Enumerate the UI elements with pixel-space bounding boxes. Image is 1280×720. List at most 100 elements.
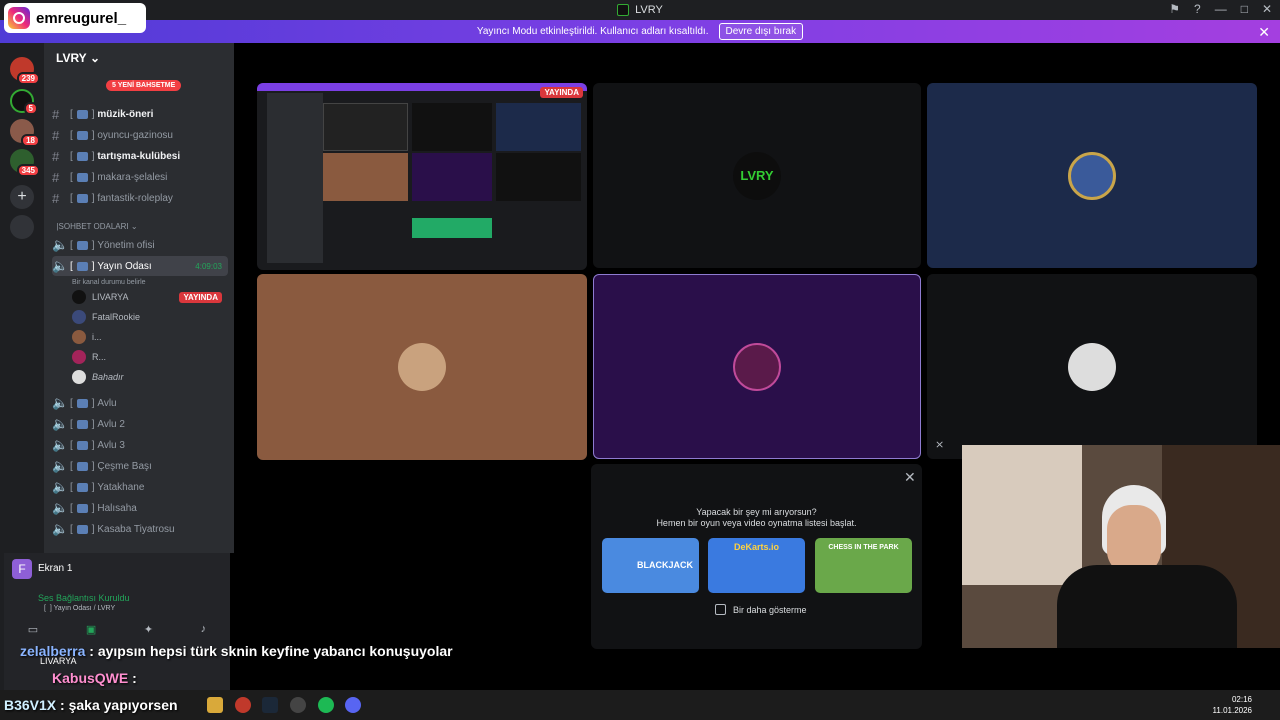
channel-tartisma-kulubesi[interactable]: #[] tartışma-kulübesi bbox=[52, 146, 228, 166]
hash-icon: # bbox=[52, 148, 60, 164]
discord-icon[interactable] bbox=[345, 697, 361, 713]
window-titlebar: LVRY bbox=[0, 0, 1280, 20]
hash-icon: # bbox=[52, 106, 60, 122]
camera-off-icon[interactable]: ▭ bbox=[28, 623, 38, 643]
game-chess-in-the-park[interactable]: CHESS IN THE PARK bbox=[815, 538, 912, 593]
hash-icon: # bbox=[52, 190, 60, 206]
server-name: LVRY bbox=[56, 51, 87, 65]
avatar bbox=[1068, 342, 1116, 391]
server-icon[interactable]: 18 bbox=[10, 119, 40, 147]
activity-icon[interactable]: ✦ bbox=[144, 623, 153, 643]
voice-user[interactable]: R... bbox=[72, 347, 228, 367]
streamer-mode-banner: Yayıncı Modu etkinleştirildi. Kullanıcı … bbox=[0, 20, 1280, 43]
voice-channel[interactable]: 🔈[] Çeşme Başı bbox=[52, 456, 228, 476]
webcam-overlay bbox=[962, 445, 1280, 648]
instagram-icon bbox=[8, 7, 30, 29]
game-dekarts[interactable]: DeKarts.io bbox=[708, 538, 805, 593]
server-icon[interactable]: 345 bbox=[10, 149, 40, 177]
speaker-icon: 🔈 bbox=[52, 521, 69, 536]
voice-user[interactable]: i... bbox=[72, 327, 228, 347]
participant-tile-speaking[interactable] bbox=[593, 274, 921, 459]
mute-icon: ⨯ bbox=[935, 439, 945, 451]
spotify-icon[interactable] bbox=[318, 697, 334, 713]
participant-tile[interactable] bbox=[927, 83, 1257, 268]
screen-label: Ekran 1 bbox=[38, 563, 73, 574]
opera-icon[interactable] bbox=[235, 697, 251, 713]
dont-show-again[interactable]: Bir daha gösterme bbox=[715, 604, 807, 615]
screen-icon: F bbox=[12, 559, 32, 579]
avatar bbox=[72, 370, 86, 384]
chat-line: B36V1X : şaka yapıyorsen bbox=[4, 697, 178, 713]
hash-icon: # bbox=[52, 169, 60, 185]
clock-time: 02:16 bbox=[1231, 695, 1252, 704]
new-mentions-badge[interactable]: 5 YENİ BAHSETME bbox=[106, 80, 182, 91]
dont-show-label: Bir daha gösterme bbox=[733, 604, 807, 615]
clock-date: 11.01.2026 bbox=[1212, 706, 1252, 715]
taskbar-clock[interactable]: 02:16 11.01.2026 bbox=[1213, 694, 1252, 716]
avatar bbox=[733, 342, 781, 391]
avatar bbox=[72, 350, 86, 364]
banner-close-icon[interactable]: ✕ bbox=[1258, 24, 1270, 41]
hash-icon: # bbox=[52, 127, 60, 143]
inbox-icon[interactable]: ⚑ bbox=[1169, 2, 1180, 16]
chat-line: KabusQWE : bbox=[52, 670, 137, 686]
voice-channel[interactable]: 🔈[] Avlu bbox=[52, 393, 228, 413]
instagram-overlay: emreugurel_ bbox=[4, 3, 146, 33]
channel-sidebar: LVRY ⌄ #[] müzik-öneri #[] oyuncu-gazino… bbox=[44, 43, 234, 553]
voice-channel[interactable]: 🔈[] Avlu 2 bbox=[52, 414, 228, 434]
voice-channel[interactable]: 🔈[] Avlu 3 bbox=[52, 435, 228, 455]
voice-channel[interactable]: 🔈[] Kasaba Tiyatrosu bbox=[52, 519, 228, 539]
maximize-button[interactable]: □ bbox=[1241, 2, 1248, 16]
voice-user[interactable]: FatalRookie bbox=[72, 307, 228, 327]
activity-subheading: Hemen bir oyun veya video oynatma listes… bbox=[656, 518, 857, 528]
channel-oyuncu-gazinosu[interactable]: #[] oyuncu-gazinosu bbox=[52, 125, 228, 145]
speaker-icon: 🔈 bbox=[52, 237, 69, 252]
dont-show-checkbox[interactable] bbox=[715, 604, 726, 615]
server-header[interactable]: LVRY ⌄ bbox=[44, 43, 234, 73]
channel-fantastik-roleplay[interactable]: #[] fantastik-roleplay bbox=[52, 188, 228, 208]
disable-streamer-mode-button[interactable]: Devre dışı bırak bbox=[718, 23, 804, 40]
screen-share-icon[interactable]: ▣ bbox=[86, 623, 96, 643]
add-server-icon[interactable]: + bbox=[10, 185, 34, 209]
server-icon-lvry[interactable]: 5 bbox=[10, 89, 38, 115]
soundboard-icon[interactable]: ♪ bbox=[201, 623, 207, 643]
channel-muzik-oneri[interactable]: #[] müzik-öneri bbox=[52, 104, 228, 124]
live-badge: YAYINDA bbox=[179, 291, 222, 303]
voice-channel[interactable]: 🔈[] Yatakhane bbox=[52, 477, 228, 497]
chat-line: zelalberra : ayıpsın hepsi türk sknin ke… bbox=[20, 643, 453, 659]
speaker-icon: 🔈 bbox=[52, 416, 69, 431]
category-sohbet-odalari[interactable]: | SOHBET ODALARI ⌄ bbox=[52, 216, 228, 236]
voice-user[interactable]: Bahadır bbox=[72, 367, 228, 387]
taskbar bbox=[0, 690, 1280, 720]
stream-tile[interactable]: YAYINDA bbox=[257, 83, 587, 270]
help-icon[interactable]: ? bbox=[1194, 2, 1201, 16]
instagram-handle: emreugurel_ bbox=[36, 9, 127, 27]
lvry-logo-avatar: LVRY bbox=[733, 151, 781, 200]
voice-status[interactable]: Ses Bağlantısı Kuruldu bbox=[38, 593, 130, 603]
participant-tile[interactable] bbox=[257, 274, 587, 460]
close-button[interactable]: ✕ bbox=[1262, 2, 1272, 16]
voice-channel[interactable]: 🔈[] Halısaha bbox=[52, 498, 228, 518]
participant-tile-lvry[interactable]: LVRY bbox=[593, 83, 921, 268]
channel-makara-selalesi[interactable]: #[] makara-şelalesi bbox=[52, 167, 228, 187]
speaker-icon: 🔈 bbox=[52, 479, 69, 494]
steam-icon[interactable] bbox=[262, 697, 278, 713]
banner-text: Yayıncı Modu etkinleştirildi. Kullanıcı … bbox=[476, 26, 709, 37]
participant-tile[interactable]: ⨯ bbox=[927, 274, 1257, 459]
voice-channel-name: [ ] Yayın Odası / LVRY bbox=[44, 605, 116, 612]
window-controls: ⚑ ? — □ ✕ bbox=[1169, 2, 1272, 16]
activity-close-icon[interactable]: ✕ bbox=[904, 469, 916, 486]
voice-user[interactable]: LIVARYA YAYINDA bbox=[72, 287, 228, 307]
app-icon[interactable] bbox=[290, 697, 306, 713]
minimize-button[interactable]: — bbox=[1215, 2, 1227, 16]
activity-suggestion-card: Yapacak bir şey mi arıyorsun? Hemen bir … bbox=[591, 464, 922, 649]
avatar bbox=[72, 310, 86, 324]
server-icon[interactable]: 239 bbox=[10, 57, 40, 85]
discover-icon[interactable] bbox=[10, 215, 34, 239]
avatar bbox=[1068, 151, 1116, 200]
voice-actions: ▭ ▣ ✦ ♪ bbox=[4, 623, 230, 643]
game-blackjack[interactable]: BLACKJACK bbox=[602, 538, 699, 593]
file-explorer-icon[interactable] bbox=[207, 697, 223, 713]
speaker-icon: 🔈 bbox=[52, 458, 69, 473]
voice-channel-yonetim[interactable]: 🔈[] Yönetim ofisi bbox=[52, 235, 228, 255]
